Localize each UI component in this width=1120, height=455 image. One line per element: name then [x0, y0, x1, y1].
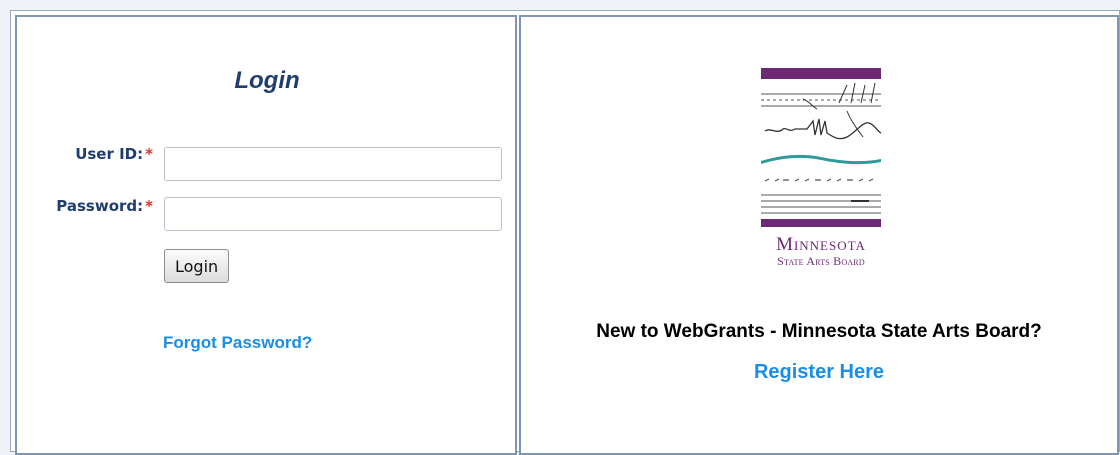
login-panel: Login User ID: * Password: * Login Forgot …: [15, 15, 517, 455]
register-prompt: New to WebGrants - Minnesota State Arts …: [596, 321, 1042, 342]
required-mark: *: [145, 145, 153, 163]
user-id-input[interactable]: [164, 147, 502, 181]
required-mark: *: [145, 197, 153, 215]
logo-text-line-2: State Arts Board: [777, 253, 865, 268]
forgot-password-link[interactable]: Forgot Password?: [163, 333, 312, 353]
logo-text-line-1: Minnesota: [776, 234, 866, 255]
register-panel: Minnesota State Arts Board New to WebGra…: [519, 15, 1119, 455]
login-title: Login: [234, 67, 300, 94]
password-input[interactable]: [164, 197, 502, 231]
logo-text: Minnesota State Arts Board: [751, 235, 891, 268]
user-id-label: User ID: *: [75, 145, 153, 163]
password-label-text: Password:: [56, 197, 144, 215]
user-id-label-text: User ID:: [75, 145, 144, 163]
login-button[interactable]: Login: [164, 249, 230, 283]
register-here-link[interactable]: Register Here: [521, 361, 1117, 384]
password-label: Password: *: [56, 197, 153, 215]
page-frame: Login User ID: * Password: * Login Forgot …: [10, 10, 1120, 455]
